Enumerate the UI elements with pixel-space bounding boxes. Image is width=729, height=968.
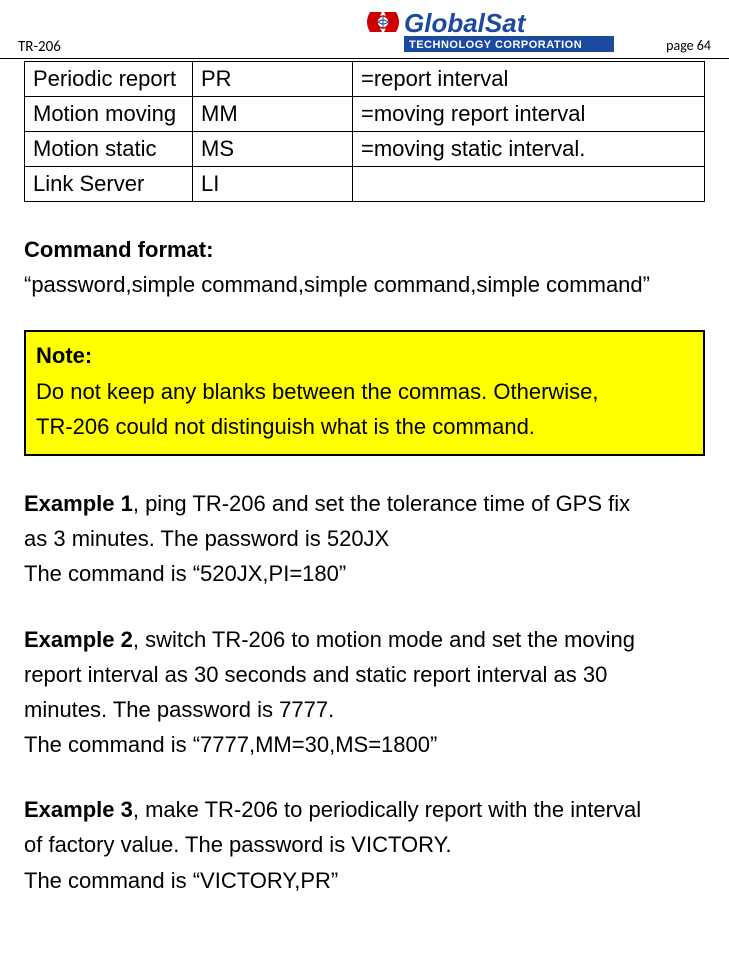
table-cell: =report interval — [353, 62, 705, 97]
example-2: Example 2, switch TR-206 to motion mode … — [24, 622, 705, 763]
note-line: Do not keep any blanks between the comma… — [36, 374, 693, 409]
example-text: minutes. The password is 7777. — [24, 692, 705, 727]
example-text: as 3 minutes. The password is 520JX — [24, 521, 705, 556]
table-cell: LI — [193, 167, 353, 202]
table-row: Periodic report PR =report interval — [25, 62, 705, 97]
table-cell: =moving report interval — [353, 97, 705, 132]
table-row: Motion static MS =moving static interval… — [25, 132, 705, 167]
doc-code: TR-206 — [18, 38, 61, 56]
page-header: TR-206 GlobalSat TECHNOLOGY CORPORATION … — [0, 0, 729, 59]
table-cell — [353, 167, 705, 202]
example-text: The command is “7777,MM=30,MS=1800” — [24, 727, 705, 762]
table-cell: MM — [193, 97, 353, 132]
table-cell: PR — [193, 62, 353, 97]
example-label: Example 3 — [24, 797, 133, 822]
table-cell: Link Server — [25, 167, 193, 202]
svg-text:TECHNOLOGY CORPORATION: TECHNOLOGY CORPORATION — [409, 39, 582, 51]
example-1: Example 1, ping TR-206 and set the toler… — [24, 486, 705, 592]
note-box: Note: Do not keep any blanks between the… — [24, 330, 705, 456]
example-3: Example 3, make TR-206 to periodically r… — [24, 792, 705, 898]
example-text: , ping TR-206 and set the tolerance time… — [133, 491, 630, 516]
example-text: The command is “VICTORY,PR” — [24, 863, 705, 898]
example-text: The command is “520JX,PI=180” — [24, 556, 705, 591]
table-cell: Motion moving — [25, 97, 193, 132]
example-label: Example 1 — [24, 491, 133, 516]
table-row: Motion moving MM =moving report interval — [25, 97, 705, 132]
example-text: , switch TR-206 to motion mode and set t… — [133, 627, 635, 652]
example-text: report interval as 30 seconds and static… — [24, 657, 705, 692]
page-number: page 64 — [666, 37, 711, 54]
table-cell: Motion static — [25, 132, 193, 167]
example-label: Example 2 — [24, 627, 133, 652]
example-text: , make TR-206 to periodically report wit… — [133, 797, 641, 822]
command-format-text: “password,simple command,simple command,… — [24, 267, 705, 302]
table-cell: Periodic report — [25, 62, 193, 97]
globalsat-logo-icon: GlobalSat TECHNOLOGY CORPORATION — [364, 8, 654, 56]
command-table: Periodic report PR =report interval Moti… — [24, 61, 705, 202]
svg-text:GlobalSat: GlobalSat — [404, 8, 527, 38]
command-format-heading: Command format: — [24, 232, 705, 267]
note-heading: Note: — [36, 338, 693, 373]
command-format-section: Command format: “password,simple command… — [24, 232, 705, 302]
page-content: Periodic report PR =report interval Moti… — [0, 61, 729, 898]
table-cell: MS — [193, 132, 353, 167]
table-row: Link Server LI — [25, 167, 705, 202]
logo-area: GlobalSat TECHNOLOGY CORPORATION page 64 — [364, 8, 711, 56]
table-cell: =moving static interval. — [353, 132, 705, 167]
example-text: of factory value. The password is VICTOR… — [24, 827, 705, 862]
note-line: TR-206 could not distinguish what is the… — [36, 409, 693, 444]
